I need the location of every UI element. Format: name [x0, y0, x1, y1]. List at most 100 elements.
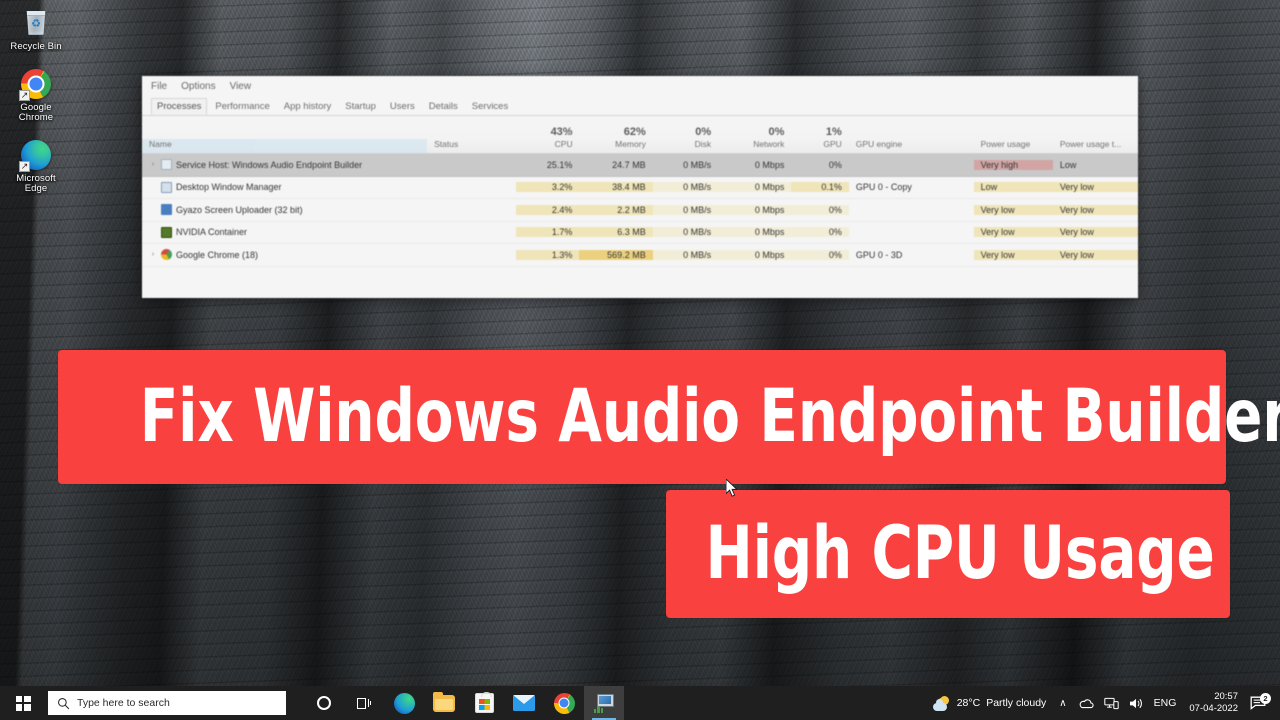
- table-row[interactable]: NVIDIA Container 1.7% 6.3 MB 0 MB/s 0 Mbps 0%…: [142, 222, 1138, 244]
- column-header-power-usage[interactable]: Power usage: [974, 139, 1053, 153]
- edge-icon: [393, 692, 415, 714]
- taskbar-pinned-apps: [304, 686, 624, 720]
- cell-disk: 0 MB/s: [683, 159, 712, 170]
- menu-view[interactable]: View: [230, 81, 252, 92]
- cell-network: 0 Mbps: [718, 227, 792, 238]
- column-header-gpu-title: GPU: [823, 139, 842, 149]
- column-header-memory[interactable]: 62% Memory: [580, 126, 653, 153]
- cell-gpu: 0%: [791, 227, 849, 238]
- shortcut-arrow-icon: ↗: [19, 89, 30, 101]
- task-manager-button[interactable]: [584, 686, 624, 720]
- tab-startup[interactable]: Startup: [339, 98, 382, 115]
- tab-performance[interactable]: Performance: [209, 98, 275, 115]
- desktop-icon-recycle-bin[interactable]: Recycle Bin: [5, 6, 67, 53]
- cell-memory: 6.3 MB: [579, 227, 653, 238]
- nvidia-icon: [161, 226, 172, 238]
- column-header-status-title: Status: [434, 139, 459, 149]
- column-header-gpu-engine-title: GPU engine: [855, 139, 903, 149]
- speaker-icon: [1129, 698, 1142, 708]
- column-header-power-usage-trend[interactable]: Power usage t...: [1053, 139, 1138, 153]
- recycle-bin-icon: [19, 6, 53, 40]
- menu-options[interactable]: Options: [181, 81, 215, 92]
- task-manager-menubar: File Options View: [142, 76, 1138, 96]
- cell-process-name[interactable]: › Service Host: Windows Audio Endpoint Bu…: [142, 159, 427, 171]
- desktop-icon-microsoft-edge[interactable]: ↗ Microsoft Edge: [5, 138, 67, 195]
- mail-envelope-icon: [513, 695, 535, 711]
- show-hidden-icons-button[interactable]: ∧: [1052, 698, 1073, 709]
- cell-process-name[interactable]: Gyazo Screen Uploader (32 bit): [142, 204, 427, 216]
- tab-services[interactable]: Services: [466, 98, 514, 115]
- cell-cpu: 1.7%: [515, 227, 580, 238]
- table-row[interactable]: Desktop Window Manager 3.2% 38.4 MB 0 MB/s 0…: [142, 177, 1138, 199]
- volume-button[interactable]: [1124, 697, 1149, 710]
- cell-process-name[interactable]: › Google Chrome (18): [142, 249, 427, 261]
- desktop-icon-label-line1: Microsoft: [16, 172, 56, 184]
- tab-details[interactable]: Details: [423, 98, 464, 115]
- cell-cpu: 3.2%: [515, 182, 580, 193]
- cell-power-usage: Very low: [973, 227, 1053, 238]
- cell-gpu: 0%: [828, 159, 842, 170]
- tab-app-history[interactable]: App history: [278, 98, 338, 115]
- start-button[interactable]: [0, 686, 46, 720]
- chrome-button[interactable]: [544, 686, 584, 720]
- edge-icon: ↗: [19, 138, 53, 172]
- network-button[interactable]: [1099, 697, 1124, 710]
- cell-gpu: 0.1%: [791, 182, 849, 193]
- file-explorer-button[interactable]: [424, 686, 464, 720]
- cell-memory: 24.7 MB: [612, 159, 646, 170]
- task-view-button[interactable]: [344, 686, 384, 720]
- chrome-icon: [161, 249, 172, 261]
- weather-widget[interactable]: 28°C Partly cloudy: [923, 686, 1053, 720]
- task-manager-process-table[interactable]: Name Status ▲ 43% CPU 62% Memory 0% Disk…: [142, 116, 1138, 267]
- column-header-name[interactable]: Name: [142, 139, 428, 153]
- edge-button[interactable]: [384, 686, 424, 720]
- title-banner-primary-text: Fix Windows Audio Endpoint Builder: [139, 374, 1280, 459]
- language-indicator[interactable]: ENG: [1149, 686, 1182, 720]
- desktop[interactable]: Recycle Bin ↗ Google Chrome ↗ Microsoft …: [0, 0, 1280, 720]
- table-row[interactable]: › Google Chrome (18) 1.3% 569.2 MB 0 MB/s 0 M…: [142, 244, 1138, 267]
- microsoft-store-button[interactable]: [464, 686, 504, 720]
- cell-gpu-engine: GPU 0 - 3D: [855, 249, 903, 260]
- cell-power-usage: Very high: [973, 159, 1053, 170]
- mail-button[interactable]: [504, 686, 544, 720]
- task-view-icon: [356, 697, 372, 710]
- column-header-gpu-pct: 1%: [825, 126, 842, 138]
- cell-process-name[interactable]: NVIDIA Container: [142, 226, 427, 238]
- menu-file[interactable]: File: [151, 81, 167, 92]
- onedrive-button[interactable]: [1074, 697, 1099, 710]
- action-center-button[interactable]: 2: [1246, 693, 1274, 710]
- taskbar[interactable]: Type here to search 28°C Partly cloudy ∧…: [0, 686, 1280, 720]
- clock[interactable]: 20:57 07-04-2022: [1181, 686, 1246, 720]
- column-header-status[interactable]: Status: [427, 139, 516, 153]
- network-monitor-icon: [1103, 697, 1119, 709]
- process-name-label: Google Chrome (18): [176, 249, 259, 260]
- task-manager-window[interactable]: File Options View Processes Performance Ap…: [142, 76, 1138, 298]
- table-row[interactable]: › Service Host: Windows Audio Endpoint Bu…: [142, 154, 1138, 177]
- tab-processes[interactable]: Processes: [151, 98, 208, 115]
- title-banner-secondary: High CPU Usage: [666, 490, 1230, 618]
- desktop-icon-google-chrome[interactable]: ↗ Google Chrome: [5, 67, 67, 124]
- expand-chevron-icon[interactable]: ›: [149, 161, 157, 168]
- column-header-cpu[interactable]: ▲ 43% CPU: [516, 126, 579, 153]
- cell-power-usage: Very low: [973, 204, 1053, 215]
- column-header-disk[interactable]: 0% Disk: [653, 126, 718, 153]
- cell-power-usage-trend: Very low: [1052, 249, 1138, 260]
- tab-users[interactable]: Users: [384, 98, 421, 115]
- expand-chevron-icon[interactable]: ›: [149, 251, 157, 258]
- column-header-network[interactable]: 0% Network: [718, 126, 791, 153]
- column-header-network-pct: 0%: [768, 126, 785, 138]
- task-manager-tabstrip: Processes Performance App history Startup Us…: [142, 96, 1138, 116]
- weather-temperature: 28°C: [956, 697, 981, 709]
- cell-process-name[interactable]: Desktop Window Manager: [142, 181, 427, 193]
- column-header-disk-title: Disk: [694, 139, 712, 149]
- cortana-button[interactable]: [304, 686, 344, 720]
- column-header-gpu-engine[interactable]: GPU engine: [849, 139, 974, 153]
- system-tray: 28°C Partly cloudy ∧ ENG 20:57 07-04-202…: [923, 686, 1280, 720]
- table-row[interactable]: Gyazo Screen Uploader (32 bit) 2.4% 2.2 MB…: [142, 199, 1138, 222]
- cortana-icon: [317, 696, 331, 710]
- cell-power-usage-trend: Very low: [1052, 204, 1138, 215]
- search-input[interactable]: Type here to search: [48, 691, 286, 715]
- gyazo-icon: [161, 204, 172, 216]
- column-header-gpu[interactable]: 1% GPU: [791, 126, 848, 153]
- column-header-cpu-title: CPU: [554, 139, 573, 149]
